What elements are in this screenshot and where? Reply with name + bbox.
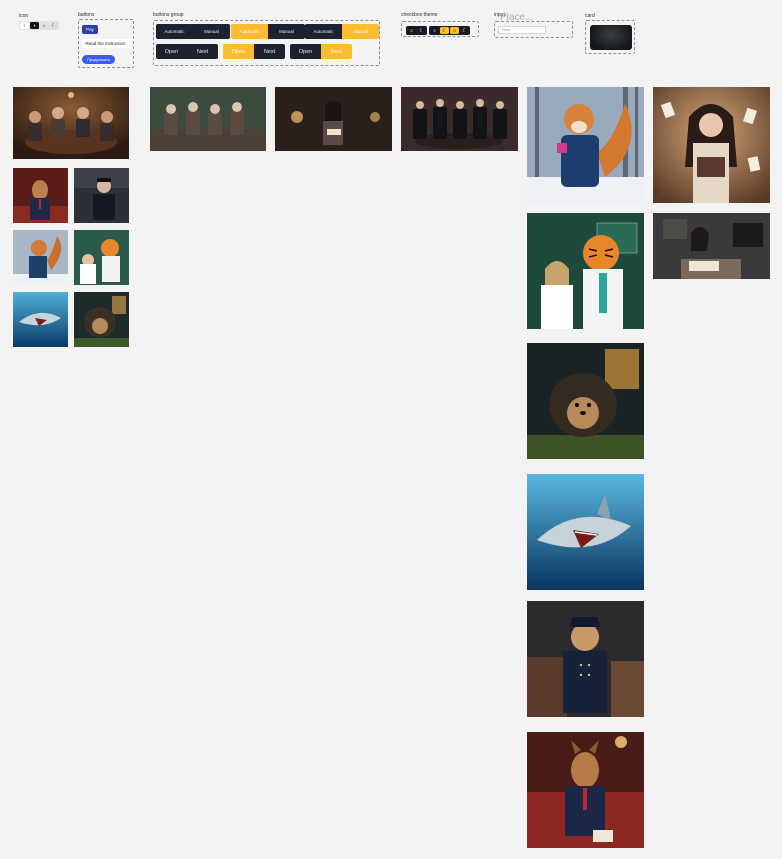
checkbox-theme-section-label: checkbox theme — [401, 12, 438, 18]
manual-button[interactable]: Manual — [342, 24, 379, 39]
next-button[interactable]: Next — [321, 44, 352, 59]
sun-icon[interactable]: ☼ — [450, 27, 459, 34]
automatic-button[interactable]: Automatic — [156, 24, 193, 39]
gallery-image-elderly-group[interactable] — [150, 87, 266, 151]
buttons-group-section-label: buttons group — [153, 12, 184, 18]
sun-icon[interactable]: ☼ — [430, 27, 439, 34]
checkbox-theme-group-2: ☼ ☾ ☼ ☾ — [429, 26, 470, 35]
icon-section-label: icon — [19, 13, 29, 19]
read-instruction-button[interactable]: Read the instruction — [82, 39, 129, 48]
card-section-label: card — [585, 13, 595, 19]
chevron-icon[interactable]: ‹ — [20, 22, 29, 29]
gallery-image-woman-drawing[interactable] — [653, 213, 770, 279]
checkbox-theme-panel: ☼ ☾ ☼ ☾ ☼ ☾ — [401, 21, 479, 37]
gallery-image-tiger-doctor-large[interactable] — [527, 213, 644, 329]
gallery-image-dog-in-suit-large[interactable] — [527, 732, 644, 848]
gallery-image-tiger-doctor[interactable] — [74, 230, 129, 285]
continue-button[interactable]: Продолжить — [82, 55, 115, 64]
input-floating-placeholder: Place... — [500, 12, 534, 23]
gallery-image-man-in-suit[interactable] — [74, 168, 129, 223]
place-input[interactable]: Place — [498, 26, 546, 34]
gallery-image-hedgehog[interactable] — [74, 292, 129, 347]
gallery-image-men-in-suits[interactable] — [401, 87, 518, 151]
moon-icon[interactable]: ☾ — [460, 27, 469, 34]
segmented-group-1: Automatic Manual — [156, 24, 230, 39]
moon-icon[interactable]: ☾ — [440, 27, 449, 34]
buttons-section-label: buttons — [78, 12, 95, 18]
moon-icon[interactable]: ☾ — [49, 22, 58, 29]
manual-button[interactable]: Manual — [268, 24, 305, 39]
open-button[interactable]: Open — [223, 44, 254, 59]
buttons-panel: Pay Read the instruction Продолжить — [78, 19, 134, 68]
icon-toggle-group: ‹ ◑ ☼ ☾ — [19, 21, 59, 30]
gallery-image-squirrel-large[interactable] — [527, 87, 644, 203]
moon-icon[interactable]: ☾ — [417, 27, 426, 34]
card-image[interactable] — [590, 25, 632, 50]
segmented-group-5: Open Next — [223, 44, 285, 59]
open-button[interactable]: Open — [290, 44, 321, 59]
input-panel: Place... Place — [494, 13, 573, 38]
gallery-image-cat-officer[interactable] — [527, 601, 644, 717]
segmented-group-2: Automatic Manual — [231, 24, 305, 39]
card-panel — [585, 20, 635, 54]
segmented-group-4: Open Next — [156, 44, 218, 59]
sun-icon[interactable]: ☼ — [40, 22, 49, 29]
gallery-image-woman-with-cards[interactable] — [653, 87, 770, 203]
manual-button[interactable]: Manual — [193, 24, 230, 39]
gallery-image-hedgehog-large[interactable] — [527, 343, 644, 459]
gallery-image-woman-reading[interactable] — [275, 87, 392, 151]
gallery-image-poker-players[interactable] — [13, 87, 129, 159]
next-button[interactable]: Next — [254, 44, 285, 59]
gallery-image-shark-large[interactable] — [527, 474, 644, 590]
gallery-image-shark[interactable] — [13, 292, 68, 347]
segmented-group-3: Automatic Manual — [305, 24, 379, 39]
sun-icon[interactable]: ☼ — [407, 27, 416, 34]
pay-button[interactable]: Pay — [82, 25, 98, 34]
next-button[interactable]: Next — [187, 44, 218, 59]
gallery-image-squirrel[interactable] — [13, 230, 68, 285]
automatic-button[interactable]: Automatic — [305, 24, 342, 39]
gallery-image-dog-in-suit[interactable] — [13, 168, 68, 223]
theme-icon[interactable]: ◑ — [29, 22, 39, 29]
open-button[interactable]: Open — [156, 44, 187, 59]
checkbox-theme-group-1: ☼ ☾ — [406, 26, 427, 35]
automatic-button[interactable]: Automatic — [231, 24, 268, 39]
segmented-group-6: Open Next — [290, 44, 352, 59]
